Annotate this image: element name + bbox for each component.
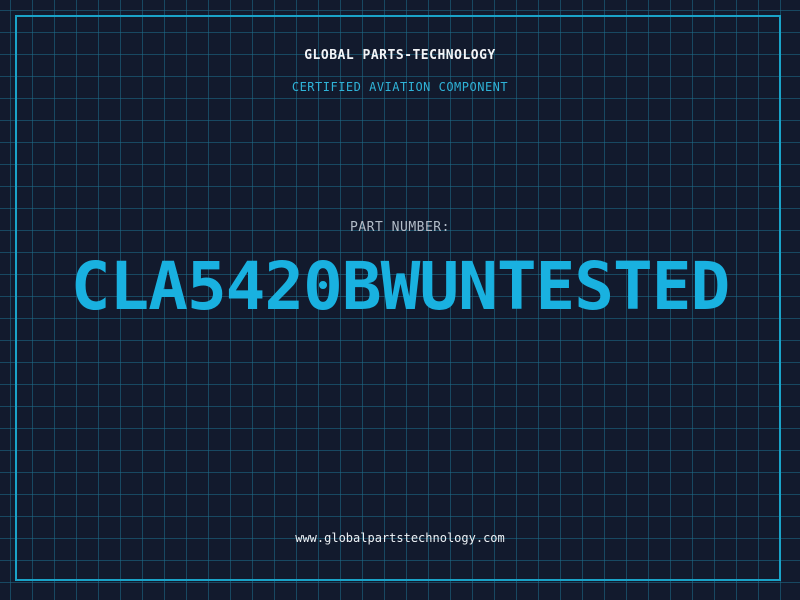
certification-subtitle: CERTIFIED AVIATION COMPONENT [291,80,509,94]
part-number-label: PART NUMBER: [350,220,450,235]
part-number-value: CLA5420BWUNTESTED [70,248,731,325]
website-url: www.globalpartstechnology.com [295,531,505,545]
part-card: GLOBAL PARTS-TECHNOLOGY CERTIFIED AVIATI… [0,0,800,600]
company-name: GLOBAL PARTS-TECHNOLOGY [304,48,496,63]
